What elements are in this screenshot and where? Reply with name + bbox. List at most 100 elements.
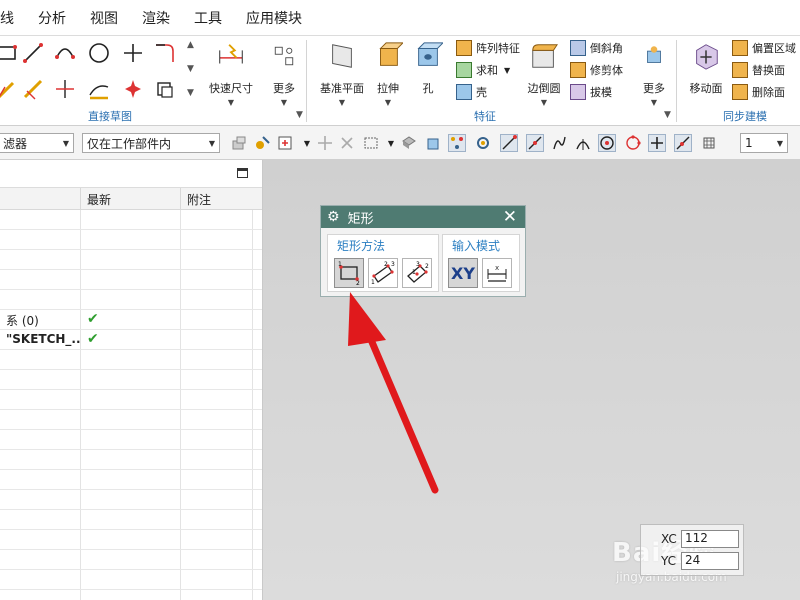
row-notes bbox=[181, 590, 253, 600]
studio-spline-icon[interactable] bbox=[18, 74, 48, 104]
table-row[interactable] bbox=[0, 410, 262, 430]
move-cursor-icon[interactable] bbox=[316, 134, 334, 152]
table-row[interactable] bbox=[0, 570, 262, 590]
dialog-title-bar[interactable]: ⚙ 矩形 ✕ bbox=[321, 206, 525, 228]
table-row[interactable] bbox=[0, 490, 262, 510]
type-filter-dropdown[interactable]: 滤器 ▼ bbox=[0, 133, 74, 153]
table-row[interactable] bbox=[0, 450, 262, 470]
shell-button[interactable]: 壳 bbox=[456, 82, 487, 102]
table-row[interactable] bbox=[0, 210, 262, 230]
menu-item-analysis[interactable]: 分析 bbox=[26, 8, 78, 28]
snap-existing-point-icon[interactable] bbox=[648, 134, 666, 152]
body-filter-icon[interactable] bbox=[424, 134, 442, 152]
gallery-expand-icon[interactable]: ▼ bbox=[187, 88, 194, 98]
table-row[interactable] bbox=[0, 590, 262, 600]
table-row[interactable] bbox=[0, 350, 262, 370]
menu-item-curve[interactable]: 线 bbox=[0, 8, 26, 28]
selection-count-dropdown[interactable]: 1 ▼ bbox=[740, 133, 788, 153]
xc-input[interactable]: 112 bbox=[681, 530, 739, 548]
move-face-button[interactable]: 移动面 bbox=[680, 40, 732, 96]
column-header-name[interactable] bbox=[0, 188, 81, 209]
face-filter-icon[interactable] bbox=[400, 134, 418, 152]
row-latest-status bbox=[81, 410, 181, 429]
table-row[interactable] bbox=[0, 270, 262, 290]
table-row[interactable] bbox=[0, 530, 262, 550]
snap-quadrant-icon[interactable] bbox=[624, 134, 642, 152]
menu-item-view[interactable]: 视图 bbox=[78, 8, 130, 28]
maximize-icon[interactable] bbox=[237, 168, 248, 178]
more-sketch-button[interactable]: 更多 ▼ bbox=[258, 40, 310, 107]
table-row[interactable] bbox=[0, 430, 262, 450]
offset-region-button[interactable]: 偏置区域 bbox=[732, 38, 796, 58]
table-row[interactable] bbox=[0, 510, 262, 530]
menu-item-render[interactable]: 渲染 bbox=[130, 8, 182, 28]
arc-tool-icon[interactable] bbox=[50, 38, 80, 68]
circle-tool-icon[interactable] bbox=[84, 38, 114, 68]
table-row[interactable] bbox=[0, 390, 262, 410]
fillet-tool-icon[interactable] bbox=[150, 38, 180, 68]
quick-dimension-button[interactable]: 快速尺寸 ▼ bbox=[205, 40, 257, 107]
feature-group-caret-icon[interactable]: ▼ bbox=[664, 110, 671, 120]
replace-face-button[interactable]: 替换面 bbox=[732, 60, 785, 80]
snap-arc-center-icon[interactable] bbox=[598, 134, 616, 152]
snap-endpoint-icon[interactable] bbox=[500, 134, 518, 152]
coordinate-mode-button[interactable]: XY bbox=[448, 258, 478, 288]
trim-tool-icon[interactable] bbox=[50, 74, 80, 104]
scroll-down-icon[interactable]: ▼ bbox=[187, 64, 194, 74]
assembly-filter-icon[interactable] bbox=[230, 134, 248, 152]
selection-scope-dropdown[interactable]: 仅在工作部件内 ▼ bbox=[82, 133, 220, 153]
close-icon[interactable]: ✕ bbox=[503, 207, 517, 227]
three-point-rectangle-button[interactable]: 1 23 bbox=[368, 258, 398, 288]
gear-icon[interactable]: ⚙ bbox=[327, 209, 340, 225]
snap-toggle-icon[interactable] bbox=[254, 134, 272, 152]
point-tool-icon[interactable] bbox=[118, 38, 148, 68]
table-row[interactable] bbox=[0, 250, 262, 270]
datum-plane-button[interactable]: 基准平面 ▼ bbox=[316, 40, 368, 107]
table-row[interactable] bbox=[0, 290, 262, 310]
extend-tool-icon[interactable] bbox=[84, 74, 114, 104]
yc-input[interactable]: 24 bbox=[681, 552, 739, 570]
column-header-latest[interactable]: 最新 bbox=[81, 188, 181, 209]
table-row[interactable] bbox=[0, 550, 262, 570]
snap-points-icon[interactable] bbox=[448, 134, 466, 152]
row-notes bbox=[181, 490, 253, 509]
table-row[interactable] bbox=[0, 230, 262, 250]
offset-tool-icon[interactable] bbox=[150, 74, 180, 104]
parameter-mode-button[interactable]: x bbox=[482, 258, 512, 288]
table-row[interactable] bbox=[0, 470, 262, 490]
select-mode-caret-icon[interactable]: ▼ bbox=[382, 134, 400, 152]
table-row[interactable]: 系 (0) ✔ bbox=[0, 310, 262, 330]
direct-sketch-group-caret-icon[interactable]: ▼ bbox=[296, 110, 303, 120]
select-dropdown-icon[interactable]: ▼ bbox=[298, 134, 316, 152]
edge-blend-button[interactable]: 边倒圆 ▼ bbox=[518, 40, 570, 107]
snap-grid-icon[interactable] bbox=[700, 134, 718, 152]
delete-face-button[interactable]: 删除面 bbox=[732, 82, 785, 102]
menu-item-tools[interactable]: 工具 bbox=[182, 8, 234, 28]
draft-button[interactable]: 拔模 bbox=[570, 82, 612, 102]
snap-midpoint-icon[interactable] bbox=[526, 134, 544, 152]
table-row[interactable]: "SKETCH_... ✔ bbox=[0, 330, 262, 350]
menu-item-application[interactable]: 应用模块 bbox=[234, 8, 314, 28]
more-feature-button[interactable]: 更多 ▼ bbox=[628, 40, 680, 107]
row-name bbox=[0, 350, 81, 369]
unite-button[interactable]: 求和 ▼ bbox=[456, 60, 510, 80]
table-row[interactable] bbox=[0, 370, 262, 390]
snap-intersection-icon[interactable] bbox=[574, 134, 592, 152]
trim-body-button[interactable]: 修剪体 bbox=[570, 60, 623, 80]
mirror-tool-icon[interactable] bbox=[118, 74, 148, 104]
from-center-rectangle-button[interactable]: 132 bbox=[402, 258, 432, 288]
two-point-rectangle-button[interactable]: 12 bbox=[334, 258, 364, 288]
snap-settings-icon[interactable] bbox=[474, 134, 492, 152]
deselect-icon[interactable] bbox=[338, 134, 356, 152]
snap-on-curve-icon[interactable] bbox=[674, 134, 692, 152]
chamfer-button[interactable]: 倒斜角 bbox=[570, 38, 623, 58]
row-notes bbox=[181, 470, 253, 489]
scroll-up-icon[interactable]: ▲ bbox=[187, 40, 194, 50]
snap-control-point-icon[interactable] bbox=[550, 134, 568, 152]
select-all-icon[interactable] bbox=[276, 134, 294, 152]
column-header-notes[interactable]: 附注 bbox=[181, 188, 253, 209]
rectangle-select-icon[interactable] bbox=[362, 134, 380, 152]
line-tool-icon[interactable] bbox=[18, 38, 48, 68]
hole-button[interactable]: 孔 bbox=[402, 40, 454, 96]
pattern-feature-button[interactable]: 阵列特征 bbox=[456, 38, 520, 58]
